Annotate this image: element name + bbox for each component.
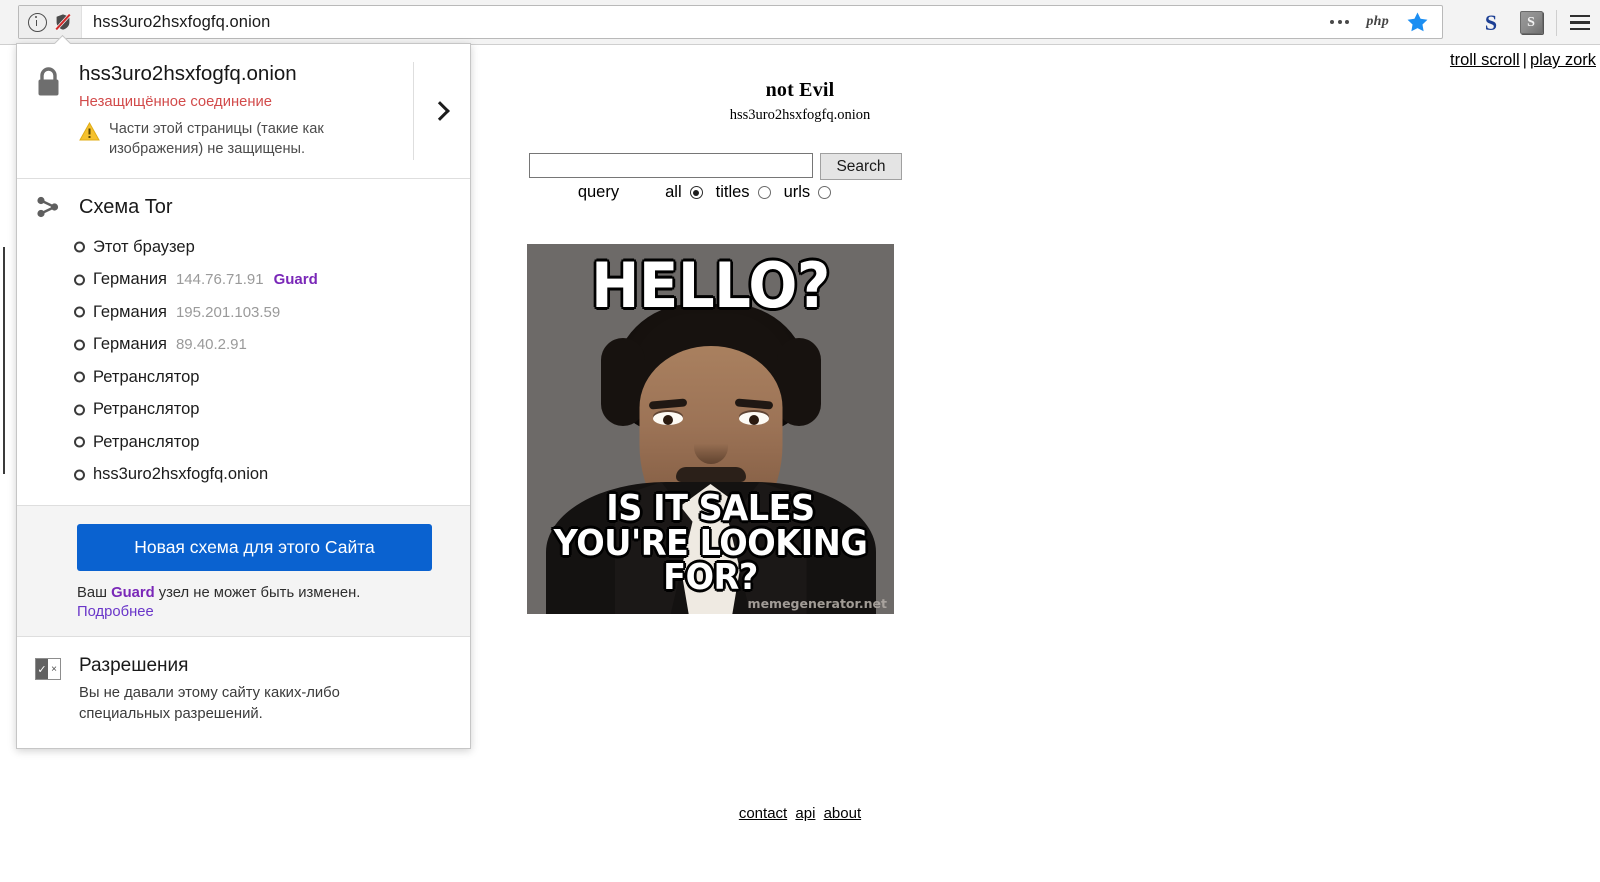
permissions-icon: ✓ × — [17, 655, 79, 726]
browser-toolbar: hss3uro2hsxfogfq.onion php S S — [0, 0, 1600, 45]
radio-all[interactable] — [689, 186, 703, 199]
guard-note-suffix: узел не может быть изменен. — [154, 585, 361, 601]
circuit-node: Этот браузер — [74, 231, 470, 264]
address-bar[interactable]: hss3uro2hsxfogfq.onion php — [18, 5, 1443, 39]
new-circuit-button[interactable]: Новая схема для этого Сайта — [77, 524, 432, 571]
top-links-separator: | — [1522, 51, 1527, 69]
circuit-node-label: Ретранслятор — [93, 367, 200, 386]
circuit-node: Германия 195.201.103.59 — [74, 296, 470, 329]
radio-urls[interactable] — [818, 186, 832, 199]
radio-titles[interactable] — [757, 186, 771, 199]
panel-pointer — [54, 35, 71, 44]
warning-triangle-icon — [79, 121, 100, 146]
option-titles-label: titles — [715, 183, 750, 201]
circuit-node-label: Ретранслятор — [93, 400, 200, 419]
permissions-body: Разрешения Вы не давали этому сайту каки… — [79, 655, 374, 726]
url-text[interactable]: hss3uro2hsxfogfq.onion — [82, 13, 1330, 32]
hamburger-menu-icon[interactable] — [1560, 0, 1600, 45]
circuit-node-label: Германия — [93, 270, 167, 289]
top-nav-links: troll scroll | play zork — [1450, 51, 1596, 70]
circuit-node-label: Германия — [93, 335, 167, 354]
guard-note-bold: Guard — [111, 585, 155, 601]
info-circle-icon[interactable] — [28, 12, 47, 32]
guard-note-prefix: Ваш — [77, 585, 112, 601]
circuit-node-label: Германия — [93, 302, 167, 321]
option-urls[interactable]: urls — [784, 183, 832, 202]
circuit-node: Ретранслятор — [74, 426, 470, 459]
circuit-node: Ретранслятор — [74, 394, 470, 427]
meme-bottom-text: IS IT SALES YOU'RE LOOKING FOR? — [552, 488, 869, 599]
circuit-node-ip: 195.201.103.59 — [175, 303, 281, 321]
tor-circuit-list: Этот браузер Германия 144.76.71.91 Guard… — [2, 231, 470, 492]
link-contact[interactable]: contact — [739, 805, 787, 822]
permissions-description: Вы не давали этому сайту каких-либо спец… — [79, 685, 340, 723]
option-urls-label: urls — [783, 183, 811, 201]
site-identity-panel: hss3uro2hsxfogfq.onion Незащищённое соед… — [2, 43, 471, 749]
circuit-node-label: Ретранслятор — [93, 432, 200, 451]
mixed-content-warning: Части этой страницы (такие как изображен… — [109, 120, 324, 158]
search-input[interactable] — [529, 153, 813, 178]
circuit-node-ip: 144.76.71.91 — [175, 271, 264, 289]
link-about[interactable]: about — [824, 805, 862, 822]
meme-mustache — [675, 467, 746, 482]
connection-status: Незащищённое соединение — [79, 93, 273, 110]
permissions-section: ✓ × Разрешения Вы не давали этому сайту … — [17, 637, 470, 748]
lock-icon — [17, 62, 79, 160]
shield-broken-icon[interactable] — [53, 12, 73, 32]
learn-more-link[interactable]: Подробнее — [77, 604, 470, 620]
query-label: query — [577, 183, 620, 201]
extension-s-blue-icon[interactable]: S — [1471, 0, 1511, 45]
link-play-zork[interactable]: play zork — [1530, 51, 1596, 69]
new-circuit-section: Новая схема для этого Сайта Ваш Guard уз… — [17, 506, 470, 637]
site-identity-button[interactable] — [19, 6, 82, 38]
meme-nose — [693, 430, 728, 464]
link-troll-scroll[interactable]: troll scroll — [1450, 51, 1520, 69]
tor-circuit-title: Схема Tor — [79, 195, 173, 218]
circuit-node-label: hss3uro2hsxfogfq.onion — [93, 465, 269, 484]
guard-note: Ваш Guard узел не может быть изменен. — [77, 585, 470, 601]
panel-site-host: hss3uro2hsxfogfq.onion — [79, 62, 297, 85]
meme-watermark: memegenerator.net — [747, 596, 887, 611]
php-extension-icon[interactable]: php — [1366, 14, 1389, 30]
tor-circuit-header: Схема Tor — [17, 195, 470, 219]
search-form: Search — [529, 153, 902, 180]
toolbar-divider — [1556, 9, 1557, 36]
toolbar-extensions: S S — [1471, 0, 1600, 45]
tor-circuit-section: Схема Tor Этот браузер Германия 144.76.7… — [2, 179, 470, 506]
circuit-node-ip: 89.40.2.91 — [175, 336, 247, 354]
star-icon[interactable] — [1406, 11, 1429, 33]
connection-section: hss3uro2hsxfogfq.onion Незащищённое соед… — [17, 44, 470, 179]
option-all[interactable]: all — [665, 183, 703, 202]
circuit-node-label: Этот браузер — [93, 237, 195, 256]
circuit-node: hss3uro2hsxfogfq.onion — [74, 459, 470, 492]
meme-top-text: HELLO? — [590, 249, 832, 322]
option-titles[interactable]: titles — [716, 183, 771, 202]
meme-eye-right — [738, 412, 769, 425]
footer-links: contact api about — [0, 805, 1600, 822]
circuit-connector-line — [2, 247, 6, 474]
more-dots-icon[interactable] — [1330, 20, 1350, 24]
permissions-title: Разрешения — [79, 655, 189, 676]
search-button[interactable]: Search — [820, 153, 902, 180]
meme-image: HELLO? IS IT SALES YOU'RE LOOKING FOR? m… — [527, 244, 894, 614]
circuit-node-guard-tag: Guard — [273, 271, 318, 289]
circuit-node: Германия 89.40.2.91 — [74, 329, 470, 362]
expand-connection-button[interactable] — [413, 62, 470, 160]
search-scope-options: query all titles urls — [529, 183, 893, 202]
connection-details: hss3uro2hsxfogfq.onion Незащищённое соед… — [79, 62, 413, 160]
browser-window: hss3uro2hsxfogfq.onion php S S troll scr… — [0, 0, 1600, 882]
link-api[interactable]: api — [795, 805, 815, 822]
mixed-content-row: Части этой страницы (такие как изображен… — [79, 119, 401, 160]
tor-circuit-icon — [17, 195, 79, 219]
permissions-icon-check: ✓ — [36, 659, 48, 679]
meme-eye-left — [652, 412, 683, 425]
address-bar-actions: php — [1330, 11, 1442, 33]
chevron-right-icon[interactable] — [430, 101, 450, 121]
circuit-node: Германия 144.76.71.91 Guard — [74, 264, 470, 297]
permissions-icon-cross: × — [48, 659, 60, 679]
circuit-node: Ретранслятор — [74, 361, 470, 394]
extension-s-badge-icon[interactable]: S — [1511, 0, 1551, 45]
option-all-label: all — [665, 183, 682, 201]
